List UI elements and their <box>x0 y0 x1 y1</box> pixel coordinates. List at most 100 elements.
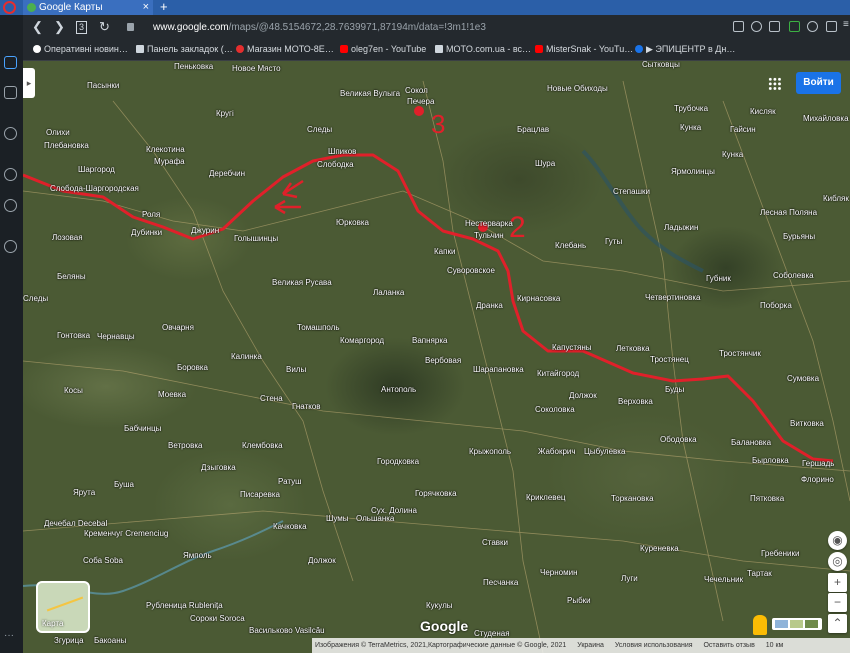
back-button[interactable]: ❮ <box>32 19 43 35</box>
player-icon[interactable] <box>4 127 17 140</box>
place-label: Юрковка <box>336 218 369 227</box>
place-label: Ратуш <box>278 477 302 486</box>
camera-icon[interactable] <box>733 21 744 32</box>
address-bar[interactable]: www.google.com/maps/@48.5154672,28.76399… <box>143 18 743 37</box>
place-label: Васильково Vasilcău <box>249 626 325 635</box>
reload-button[interactable]: ↻ <box>99 19 110 35</box>
place-label: Згурица <box>54 636 84 645</box>
place-label: Вапнярка <box>412 336 448 345</box>
bookmark-1[interactable]: Оперативні новин… <box>33 44 128 54</box>
satellite-thumb-icon <box>805 620 818 628</box>
news-icon <box>33 45 41 53</box>
place-label: Ямполь <box>183 551 212 560</box>
more-icon[interactable]: ··· <box>4 630 17 643</box>
place-label: Печера <box>407 97 435 106</box>
place-label: Сытковцы <box>642 61 680 69</box>
youtube-icon <box>535 45 543 53</box>
place-label: Клебань <box>555 241 587 250</box>
route-arrow-2 <box>274 199 301 215</box>
opera-logo-icon[interactable] <box>3 1 16 14</box>
annotation-3: 3 <box>431 109 445 139</box>
place-label: Олихи <box>46 128 70 137</box>
place-label: Брацлав <box>517 125 550 134</box>
download-icon[interactable] <box>789 21 800 32</box>
zoom-out-button[interactable]: − <box>828 593 847 612</box>
downloads-icon[interactable] <box>826 21 837 32</box>
my-location-icon[interactable]: ◎ <box>828 552 847 571</box>
place-label: Гнатков <box>292 402 321 411</box>
expand-imagery-button[interactable]: ⌃ <box>828 614 847 633</box>
lock-icon <box>127 23 134 31</box>
footer-terms-link[interactable]: Условия использования <box>615 642 693 649</box>
place-label: Кибляк <box>823 194 849 203</box>
place-label: Качковка <box>273 522 307 531</box>
favorite-heart-icon[interactable] <box>751 21 762 32</box>
place-label: Должок <box>308 556 336 565</box>
menu-icon[interactable]: ≡ <box>843 19 850 30</box>
place-label: Сороки Soroca <box>190 614 245 623</box>
lightbulb-icon[interactable] <box>4 240 17 253</box>
attribution: Изображения © TerraMetrics, 2021,Картогр… <box>315 642 567 649</box>
place-label: Слободка <box>317 160 354 169</box>
footer-country[interactable]: Украина <box>577 642 604 649</box>
zoom-in-button[interactable]: + <box>828 573 847 592</box>
place-label: Песчанка <box>483 578 519 587</box>
settings-icon[interactable] <box>807 21 818 32</box>
place-label: Михайловка <box>803 114 849 123</box>
place-label: Губник <box>706 274 731 283</box>
place-label: Тростянчик <box>719 349 761 358</box>
place-label: Овчарня <box>162 323 194 332</box>
forward-button[interactable]: ❯ <box>54 19 65 35</box>
map-layers-toggle[interactable]: Карта <box>36 581 90 633</box>
imagery-strip[interactable] <box>772 618 822 630</box>
place-label: Верховка <box>618 397 653 406</box>
bookmark-label: MisterSnak - YouTu… <box>546 44 634 54</box>
place-label: Кисляк <box>750 107 776 116</box>
place-label: Следы <box>23 294 49 303</box>
place-label: Новое Място <box>232 64 281 73</box>
place-label: Черномин <box>540 568 578 577</box>
place-label: Соколовка <box>535 405 575 414</box>
tab-google-maps[interactable]: Google Карты × <box>23 0 153 15</box>
place-label: Шумы <box>326 514 349 523</box>
home-icon[interactable] <box>4 56 17 69</box>
heart-icon[interactable] <box>4 168 17 181</box>
page-icon <box>435 45 443 53</box>
bookmark-4[interactable]: oleg7en - YouTube <box>340 44 426 54</box>
compass-icon[interactable]: ◉ <box>828 531 847 550</box>
place-label: Шпиков <box>328 147 357 156</box>
place-label: Шарапановка <box>473 365 524 374</box>
star-icon[interactable] <box>4 86 17 99</box>
sign-in-button[interactable]: Войти <box>796 72 841 94</box>
satellite-map[interactable]: 3 2 Пеньковка Новое Място Пасынки Велика… <box>23 61 850 653</box>
bookmark-5[interactable]: MOTO.com.ua - вс… <box>435 44 531 54</box>
vpn-icon[interactable] <box>769 21 780 32</box>
footer-feedback-link[interactable]: Оставить отзыв <box>703 642 754 649</box>
tabs-overview-button[interactable]: 3 <box>76 21 88 34</box>
place-label: Чернавцы <box>97 332 135 341</box>
place-label: Джурин <box>191 226 220 235</box>
place-label: Кунка <box>680 123 702 132</box>
google-apps-icon[interactable] <box>768 77 782 91</box>
bookmark-6[interactable]: MisterSnak - YouTu… <box>535 44 633 54</box>
place-label: Калинка <box>231 352 262 361</box>
place-label: Роля <box>142 210 161 219</box>
collapse-side-panel-button[interactable]: ▸ <box>23 68 35 98</box>
bookmark-7[interactable]: ▶ ЭПИЦЕНТР в Дн… <box>635 44 735 55</box>
place-label: Лозовая <box>52 233 83 242</box>
history-icon[interactable] <box>4 199 17 212</box>
layers-label: Карта <box>42 619 64 628</box>
place-label: Ободовка <box>660 435 697 444</box>
place-label: Косы <box>64 386 83 395</box>
place-label: Ярута <box>73 488 96 497</box>
new-tab-button[interactable]: + <box>160 0 168 14</box>
bookmark-3[interactable]: Магазин МОТО-8Е… <box>236 44 334 54</box>
place-label: Пеньковка <box>174 62 214 71</box>
tab-close-button[interactable]: × <box>143 0 149 15</box>
scale-bar[interactable]: 10 км <box>766 642 784 649</box>
bookmark-2[interactable]: Панель закладок (… <box>136 44 233 54</box>
place-label: Слобода-Шаргородская <box>50 184 139 193</box>
map-footer: Изображения © TerraMetrics, 2021,Картогр… <box>312 638 850 653</box>
place-label: Цыбулевка <box>584 447 626 456</box>
pegman-icon[interactable] <box>753 615 767 635</box>
